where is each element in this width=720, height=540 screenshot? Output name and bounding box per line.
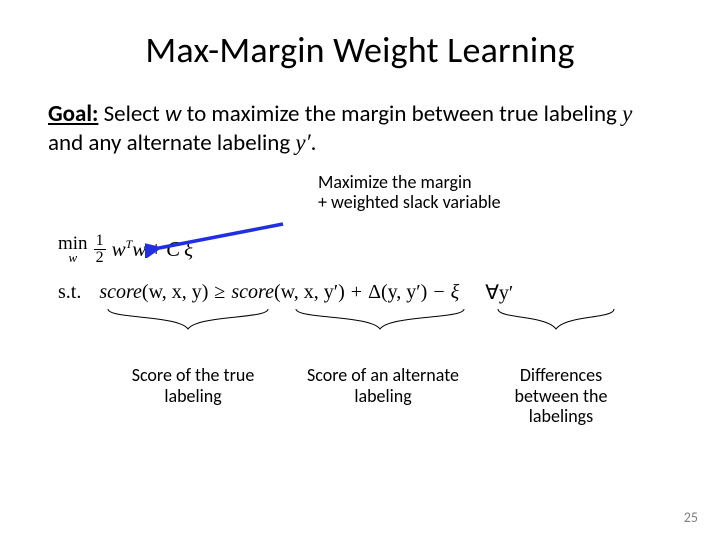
plus2-sign: + [351, 281, 362, 304]
forall-term: ∀y′ [485, 280, 513, 305]
underbrace-icon [496, 307, 616, 333]
st-label: s.t. [58, 281, 81, 304]
wTw-term: wTw [112, 235, 147, 264]
underbrace-icon [106, 307, 270, 333]
goal-text-mid: to maximize the margin between true labe… [181, 100, 622, 128]
arrow-icon [145, 218, 295, 258]
goal-text-pre: Select [104, 100, 165, 128]
caption-score-alt: Score of an alternate labeling [298, 365, 468, 406]
brace-row [48, 307, 672, 331]
goal-text-end: . [311, 129, 317, 157]
score-word-2: score [231, 281, 274, 303]
score-args-2: (w, x, y′) [274, 281, 345, 303]
caption-row: Score of the true labeling Score of an a… [48, 337, 672, 417]
min-sub: w [68, 252, 77, 264]
goal-paragraph: Goal: Select w to maximize the margin be… [48, 100, 672, 158]
goal-label: Goal: [48, 100, 98, 128]
goal-var-w: w [165, 100, 181, 128]
annot-line2: + weighted slack variable [318, 192, 672, 213]
underbrace-icon [294, 307, 466, 333]
constraint-line: s.t. score(w, x, y) ≥ score(w, x, y′) + … [58, 280, 672, 305]
goal-text-mid2: and any alternate labeling [48, 129, 295, 157]
delta-term: Δ(y, y′) [368, 281, 427, 304]
caption-score-true: Score of the true labeling [118, 365, 268, 406]
caption-delta: Differences between the labelings [486, 365, 636, 427]
frac-num: 1 [94, 233, 106, 250]
minus-sign: − [433, 281, 444, 304]
slide-title: Max-Margin Weight Learning [48, 28, 672, 72]
goal-sym-yprime: y′ [295, 130, 310, 155]
page-number: 25 [684, 509, 698, 526]
annot-line1: Maximize the margin [318, 172, 672, 193]
one-half-frac: 1 2 [94, 233, 106, 266]
frac-den: 2 [94, 250, 106, 266]
min-operator: min w [58, 235, 88, 264]
annotation-top: Maximize the margin + weighted slack var… [318, 172, 672, 213]
score-alt: score(w, x, y′) [231, 281, 344, 304]
xi2-term: ξ [451, 281, 460, 304]
score-word-1: score [99, 281, 142, 303]
slide-container: Max-Margin Weight Learning Goal: Select … [0, 0, 720, 540]
score-true: score(w, x, y) [99, 281, 208, 304]
geq-sign: ≥ [214, 281, 225, 304]
score-args-1: (w, x, y) [142, 281, 208, 303]
w1: w [112, 237, 126, 261]
goal-sym-y: y [622, 101, 632, 126]
